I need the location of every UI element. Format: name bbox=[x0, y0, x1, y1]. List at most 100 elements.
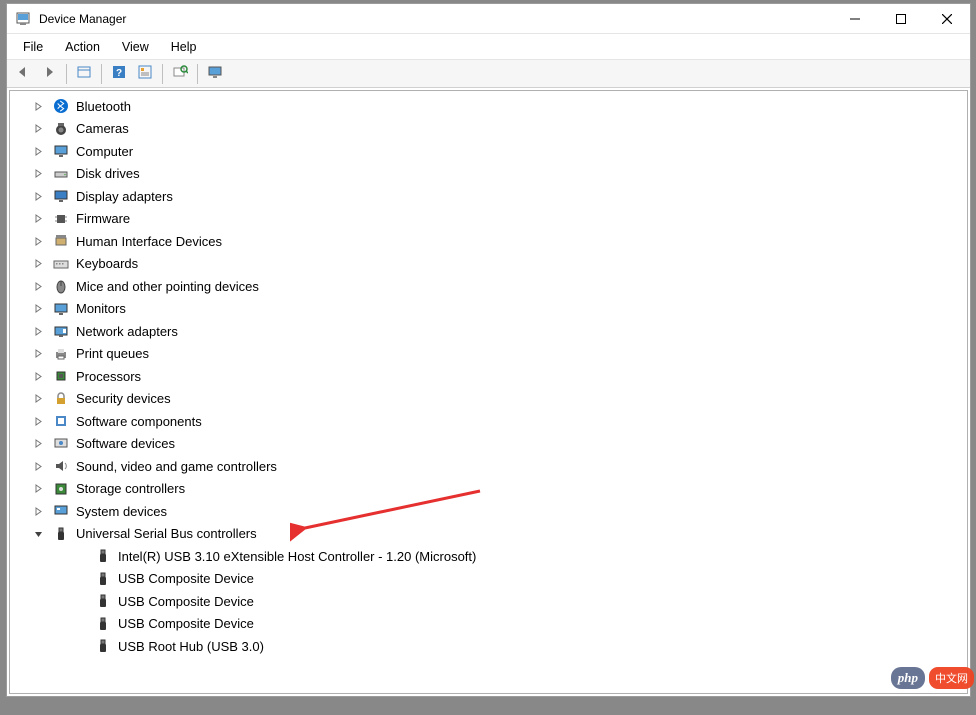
tree-category[interactable]: Software components bbox=[10, 410, 967, 433]
content-pane: BluetoothCameras Computer Disk drives Displ… bbox=[9, 90, 968, 694]
chevron-right-icon[interactable] bbox=[30, 188, 46, 204]
tree-category[interactable]: Network adapters bbox=[10, 320, 967, 343]
properties-icon bbox=[137, 65, 153, 82]
tree-category[interactable]: Mice and other pointing devices bbox=[10, 275, 967, 298]
tree-device[interactable]: USB Composite Device bbox=[10, 613, 967, 636]
tree-category[interactable]: Software devices bbox=[10, 433, 967, 456]
toolbar-separator bbox=[162, 64, 163, 84]
system-icon bbox=[52, 502, 70, 520]
tree-category[interactable]: Computer bbox=[10, 140, 967, 163]
category-label: Software components bbox=[76, 414, 202, 429]
chevron-right-icon[interactable] bbox=[30, 436, 46, 452]
minimize-button[interactable] bbox=[832, 4, 878, 33]
chevron-down-icon[interactable] bbox=[30, 526, 46, 542]
chevron-right-icon[interactable] bbox=[30, 143, 46, 159]
maximize-button[interactable] bbox=[878, 4, 924, 33]
tree-category[interactable]: Firmware bbox=[10, 208, 967, 231]
category-label: Security devices bbox=[76, 391, 171, 406]
scan-hardware-button[interactable] bbox=[168, 63, 192, 85]
forward-button[interactable] bbox=[37, 63, 61, 85]
tree-category[interactable]: Sound, video and game controllers bbox=[10, 455, 967, 478]
chevron-right-icon[interactable] bbox=[30, 458, 46, 474]
tree-device[interactable]: Intel(R) USB 3.10 eXtensible Host Contro… bbox=[10, 545, 967, 568]
category-label: Computer bbox=[76, 144, 133, 159]
sound-icon bbox=[52, 457, 70, 475]
device-label: USB Root Hub (USB 3.0) bbox=[118, 639, 264, 654]
tree-category[interactable]: Security devices bbox=[10, 388, 967, 411]
chevron-right-icon[interactable] bbox=[30, 391, 46, 407]
tree-category[interactable]: Bluetooth bbox=[10, 95, 967, 118]
menu-view[interactable]: View bbox=[112, 37, 159, 57]
chevron-right-icon[interactable] bbox=[30, 368, 46, 384]
storage-icon bbox=[52, 480, 70, 498]
expander-blank bbox=[72, 593, 88, 609]
show-hidden-button[interactable] bbox=[72, 63, 96, 85]
tree-category[interactable]: Display adapters bbox=[10, 185, 967, 208]
chevron-right-icon[interactable] bbox=[30, 98, 46, 114]
php-badge: php bbox=[891, 667, 925, 689]
monitor-icon bbox=[52, 142, 70, 160]
tree-category[interactable]: Storage controllers bbox=[10, 478, 967, 501]
chevron-right-icon[interactable] bbox=[30, 233, 46, 249]
tree-category[interactable]: Human Interface Devices bbox=[10, 230, 967, 253]
chevron-right-icon[interactable] bbox=[30, 323, 46, 339]
chevron-right-icon[interactable] bbox=[30, 166, 46, 182]
tree-category[interactable]: Processors bbox=[10, 365, 967, 388]
properties-button[interactable] bbox=[133, 63, 157, 85]
tree-device[interactable]: USB Composite Device bbox=[10, 590, 967, 613]
category-label: Monitors bbox=[76, 301, 126, 316]
chevron-right-icon[interactable] bbox=[30, 481, 46, 497]
window-title: Device Manager bbox=[39, 12, 126, 26]
mouse-icon bbox=[52, 277, 70, 295]
component-icon bbox=[52, 412, 70, 430]
chevron-right-icon[interactable] bbox=[30, 503, 46, 519]
menu-file[interactable]: File bbox=[13, 37, 53, 57]
toolbar-separator bbox=[197, 64, 198, 84]
menubar: File Action View Help bbox=[7, 34, 970, 60]
expander-blank bbox=[72, 571, 88, 587]
back-button[interactable] bbox=[11, 63, 35, 85]
chevron-right-icon[interactable] bbox=[30, 413, 46, 429]
device-tree[interactable]: BluetoothCameras Computer Disk drives Displ… bbox=[10, 91, 967, 693]
chevron-right-icon[interactable] bbox=[30, 346, 46, 362]
titlebar[interactable]: Device Manager bbox=[7, 4, 970, 34]
tree-category[interactable]: Cameras bbox=[10, 118, 967, 141]
menu-help[interactable]: Help bbox=[161, 37, 207, 57]
show-hidden-icon bbox=[76, 65, 92, 82]
category-label: Keyboards bbox=[76, 256, 138, 271]
disk-icon bbox=[52, 165, 70, 183]
tree-category[interactable]: Print queues bbox=[10, 343, 967, 366]
menu-action[interactable]: Action bbox=[55, 37, 110, 57]
software-icon bbox=[52, 435, 70, 453]
category-label: Sound, video and game controllers bbox=[76, 459, 277, 474]
toolbar-separator bbox=[66, 64, 67, 84]
monitor-icon bbox=[52, 300, 70, 318]
tree-category[interactable]: System devices bbox=[10, 500, 967, 523]
chevron-right-icon[interactable] bbox=[30, 211, 46, 227]
toolbar-separator bbox=[101, 64, 102, 84]
chevron-right-icon[interactable] bbox=[30, 121, 46, 137]
device-label: USB Composite Device bbox=[118, 571, 254, 586]
chevron-right-icon[interactable] bbox=[30, 278, 46, 294]
tree-category[interactable]: Monitors bbox=[10, 298, 967, 321]
chevron-right-icon[interactable] bbox=[30, 256, 46, 272]
keyboard-icon bbox=[52, 255, 70, 273]
tree-device[interactable]: USB Root Hub (USB 3.0) bbox=[10, 635, 967, 658]
tree-category[interactable]: Universal Serial Bus controllers bbox=[10, 523, 967, 546]
usb-icon bbox=[94, 592, 112, 610]
category-label: Display adapters bbox=[76, 189, 173, 204]
tree-category[interactable]: Disk drives bbox=[10, 163, 967, 186]
chevron-right-icon[interactable] bbox=[30, 301, 46, 317]
help-button[interactable]: ? bbox=[107, 63, 131, 85]
close-button[interactable] bbox=[924, 4, 970, 33]
usb-icon bbox=[94, 637, 112, 655]
tree-category[interactable]: Keyboards bbox=[10, 253, 967, 276]
tree-device[interactable]: USB Composite Device bbox=[10, 568, 967, 591]
category-label: Processors bbox=[76, 369, 141, 384]
window-controls bbox=[832, 4, 970, 33]
device-manager-window: Device Manager File Action View Help bbox=[6, 3, 971, 697]
device-label: Intel(R) USB 3.10 eXtensible Host Contro… bbox=[118, 549, 476, 564]
expander-blank bbox=[72, 548, 88, 564]
lock-icon bbox=[52, 390, 70, 408]
add-device-button[interactable] bbox=[203, 63, 227, 85]
